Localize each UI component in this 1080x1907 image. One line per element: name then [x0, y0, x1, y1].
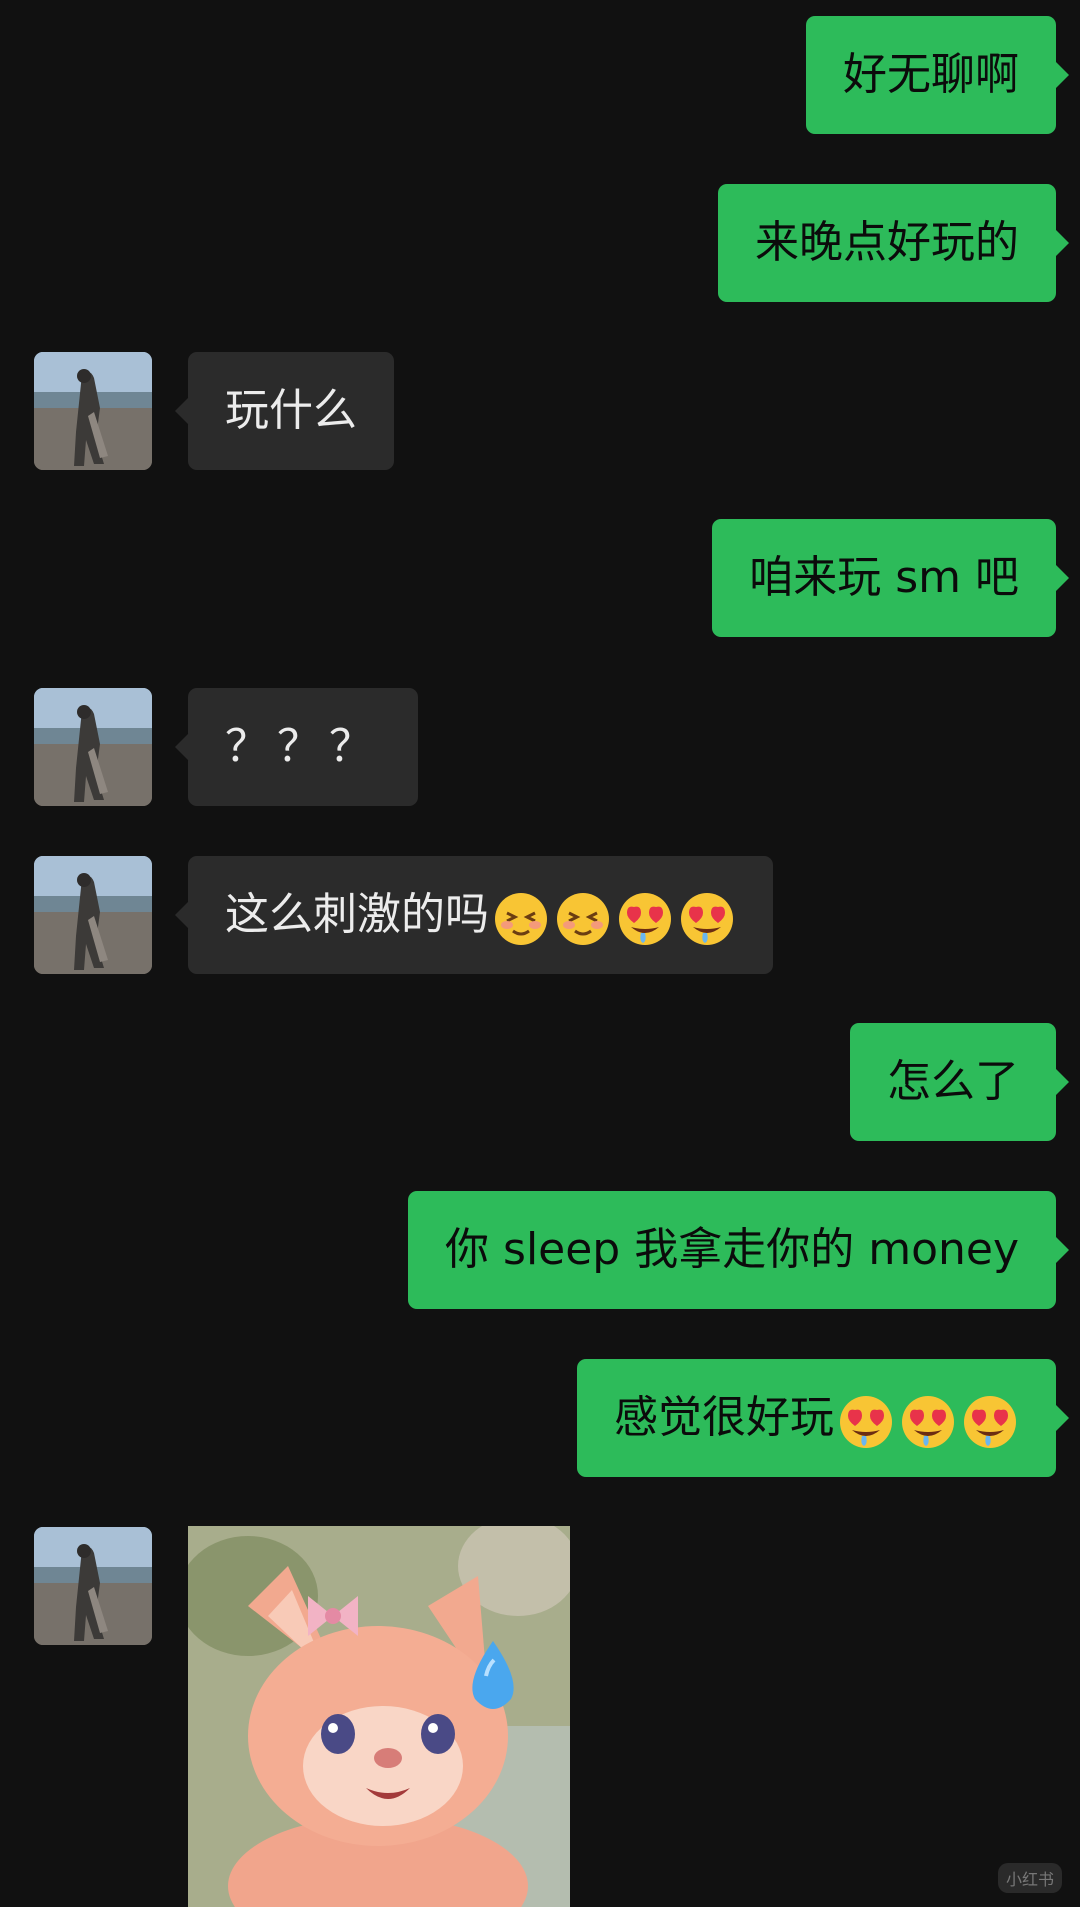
- outgoing-message-bubble[interactable]: 你 sleep 我拿走你的 money: [408, 1191, 1069, 1309]
- contact-avatar[interactable]: [34, 688, 152, 806]
- blushing-squint-face-icon: [557, 893, 609, 945]
- message-text: 这么刺激的吗: [225, 889, 489, 940]
- message-text: 你 sleep 我拿走你的 money: [445, 1224, 1019, 1275]
- message-text: 咱来玩 sm 吧: [749, 552, 1019, 603]
- outgoing-message-bubble[interactable]: 感觉很好玩: [577, 1359, 1069, 1477]
- person-on-beach-icon: [34, 1527, 152, 1645]
- pink-plush-fox-sticker-icon: [188, 1526, 570, 1907]
- outgoing-message-bubble[interactable]: 怎么了: [850, 1023, 1069, 1141]
- contact-avatar[interactable]: [34, 352, 152, 470]
- heart-eyes-drooling-icon: [619, 893, 671, 945]
- incoming-message-bubble[interactable]: ？？？: [175, 688, 418, 806]
- watermark-label: 小红书: [997, 1863, 1062, 1893]
- outgoing-message-bubble[interactable]: 咱来玩 sm 吧: [712, 519, 1069, 637]
- incoming-message-bubble[interactable]: 玩什么: [175, 352, 394, 470]
- chat-conversation: 好无聊啊 来晚点好玩的 玩什么 咱来玩 sm 吧 ？？？ 这么刺激的吗 怎么了 …: [0, 0, 1080, 1907]
- blushing-squint-face-icon: [495, 893, 547, 945]
- message-text: 好无聊啊: [843, 49, 1019, 100]
- heart-eyes-drooling-icon: [840, 1396, 892, 1448]
- contact-avatar[interactable]: [34, 856, 152, 974]
- message-text: ？？？: [225, 721, 381, 772]
- message-text: 玩什么: [225, 385, 357, 436]
- heart-eyes-drooling-icon: [902, 1396, 954, 1448]
- heart-eyes-drooling-icon: [964, 1396, 1016, 1448]
- emoji-row: [493, 887, 741, 947]
- outgoing-message-bubble[interactable]: 来晚点好玩的: [718, 184, 1069, 302]
- outgoing-message-bubble[interactable]: 好无聊啊: [806, 16, 1069, 134]
- message-text: 怎么了: [887, 1056, 1019, 1107]
- sticker-message[interactable]: [188, 1526, 570, 1907]
- person-on-beach-icon: [34, 688, 152, 806]
- incoming-message-bubble[interactable]: 这么刺激的吗: [175, 856, 773, 974]
- emoji-row: [838, 1390, 1024, 1450]
- contact-avatar[interactable]: [34, 1527, 152, 1645]
- person-on-beach-icon: [34, 856, 152, 974]
- person-on-beach-icon: [34, 352, 152, 470]
- heart-eyes-drooling-icon: [681, 893, 733, 945]
- message-text: 感觉很好玩: [614, 1392, 834, 1443]
- message-text: 来晚点好玩的: [755, 217, 1019, 268]
